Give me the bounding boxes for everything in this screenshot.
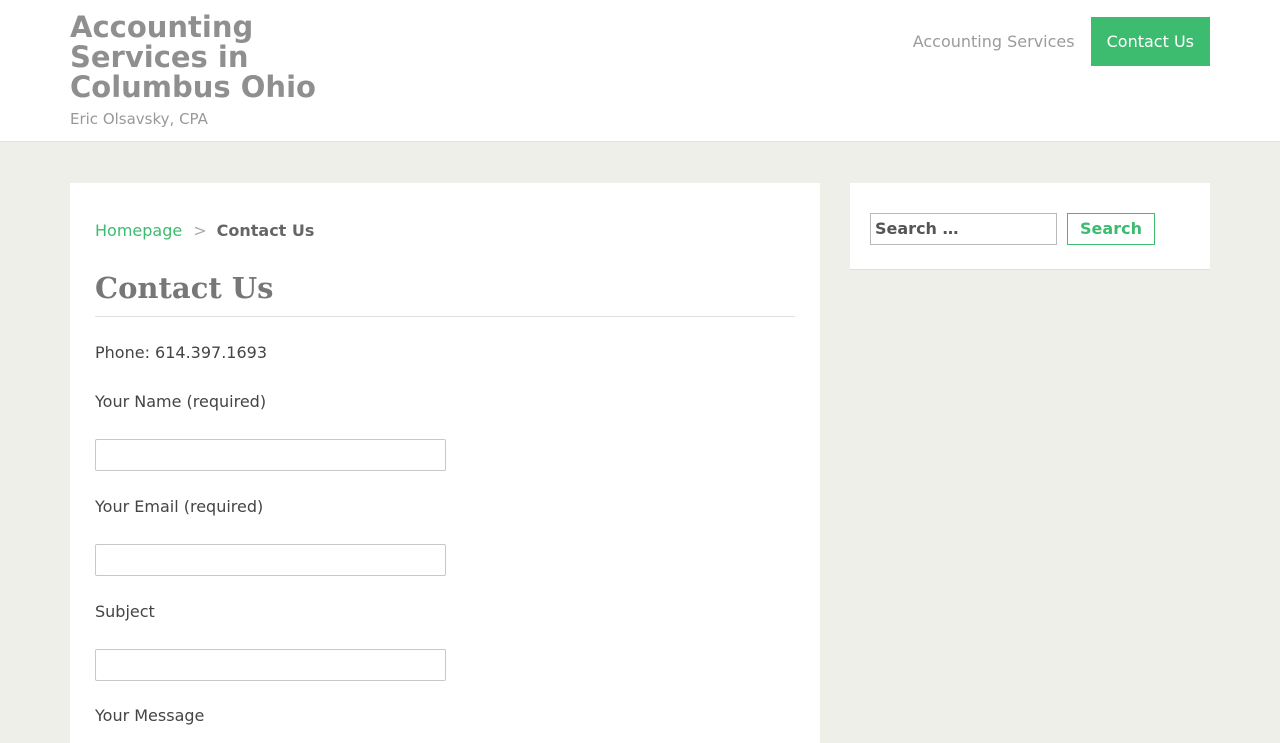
main-content: Homepage > Contact Us Contact Us Phone: …	[70, 183, 820, 743]
nav-item-contact-us[interactable]: Contact Us	[1090, 17, 1210, 66]
page-title: Contact Us	[95, 269, 795, 317]
site-title[interactable]: Accounting Services in Columbus Ohio	[70, 12, 330, 102]
name-input[interactable]	[95, 439, 446, 471]
phone-number: Phone: 614.397.1693	[95, 343, 268, 362]
breadcrumb-separator: >	[193, 221, 207, 240]
search-widget: Search … Search	[850, 183, 1210, 270]
site-tagline: Eric Olsavsky, CPA	[70, 110, 208, 128]
main-nav: Accounting Services Contact Us	[897, 17, 1210, 66]
search-button[interactable]: Search	[1067, 213, 1155, 245]
subject-input[interactable]	[95, 649, 446, 681]
message-label: Your Message	[95, 706, 205, 725]
email-label: Your Email (required)	[95, 497, 264, 516]
site-header: Accounting Services in Columbus Ohio Eri…	[0, 0, 1280, 142]
subject-label: Subject	[95, 602, 155, 621]
search-input[interactable]: Search …	[870, 213, 1057, 245]
breadcrumb-current: Contact Us	[216, 221, 315, 240]
breadcrumb-home-link[interactable]: Homepage	[95, 221, 182, 241]
nav-item-accounting-services[interactable]: Accounting Services	[897, 17, 1091, 66]
name-label: Your Name (required)	[95, 392, 267, 411]
email-input[interactable]	[95, 544, 446, 576]
breadcrumb: Homepage > Contact Us	[95, 221, 314, 241]
